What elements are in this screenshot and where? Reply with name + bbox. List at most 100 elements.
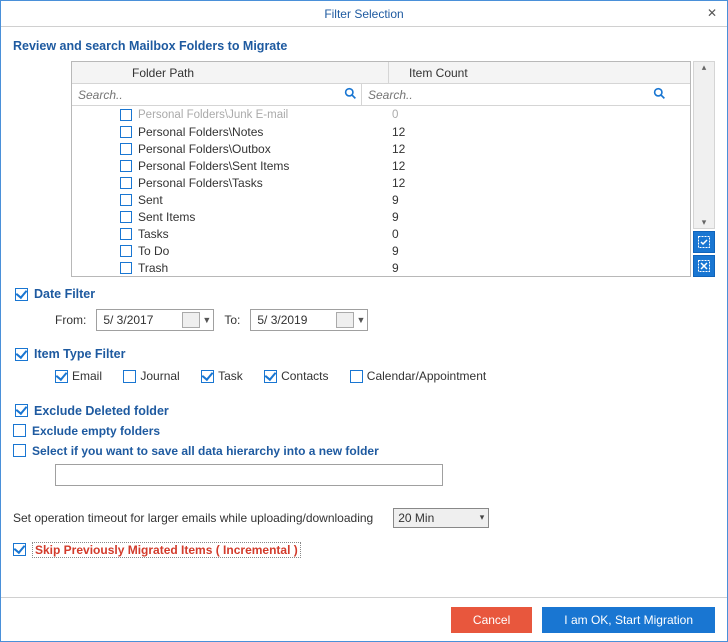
row-path: Personal Folders\Outbox <box>138 142 362 156</box>
review-heading: Review and search Mailbox Folders to Mig… <box>13 39 715 53</box>
select-all-icon[interactable] <box>693 231 715 253</box>
search-folder-path-input[interactable] <box>78 88 340 102</box>
deselect-all-icon[interactable] <box>693 255 715 277</box>
chevron-down-icon: ▼ <box>202 315 211 325</box>
table-row[interactable]: Sent9 <box>72 191 690 208</box>
save-hierarchy-label: Select if you want to save all data hier… <box>32 444 379 458</box>
option-journal[interactable]: Journal <box>123 369 179 383</box>
calendar-icon <box>336 312 354 328</box>
table-row[interactable]: Personal Folders\Sent Items12 <box>72 157 690 174</box>
row-count: 9 <box>362 244 690 258</box>
content: Review and search Mailbox Folders to Mig… <box>1 27 727 597</box>
item-type-checkbox[interactable] <box>15 348 28 361</box>
date-filter-checkbox[interactable] <box>15 288 28 301</box>
folder-area: Folder Path Item Count Perso <box>13 61 715 277</box>
close-icon[interactable]: ✕ <box>703 5 721 21</box>
row-path: Personal Folders\Notes <box>138 125 362 139</box>
grid-header: Folder Path Item Count <box>72 62 690 84</box>
to-label: To: <box>224 313 240 327</box>
save-hierarchy-checkbox[interactable] <box>13 444 26 457</box>
titlebar: Filter Selection ✕ <box>1 1 727 27</box>
timeout-row: Set operation timeout for larger emails … <box>13 508 715 528</box>
table-row[interactable]: Personal Folders\Tasks12 <box>72 174 690 191</box>
date-filter-row: From: 5/ 3/2017 ▼ To: 5/ 3/2019 ▼ <box>55 309 715 331</box>
item-type-filter-option[interactable]: Item Type Filter <box>15 347 713 361</box>
exclude-deleted-label: Exclude Deleted folder <box>34 404 169 418</box>
row-count: 12 <box>362 176 690 190</box>
new-folder-input[interactable] <box>55 464 443 486</box>
to-date-input[interactable]: 5/ 3/2019 ▼ <box>250 309 368 331</box>
table-row[interactable]: To Do9 <box>72 242 690 259</box>
row-count: 0 <box>362 109 690 121</box>
footer: Cancel I am OK, Start Migration <box>1 597 727 641</box>
calendar-icon <box>182 312 200 328</box>
window-title: Filter Selection <box>324 7 403 21</box>
row-path: Sent <box>138 193 362 207</box>
row-count: 9 <box>362 261 690 275</box>
row-checkbox[interactable] <box>120 262 132 274</box>
skip-previous-option[interactable]: Skip Previously Migrated Items ( Increme… <box>13 542 715 558</box>
chevron-down-icon: ▼ <box>356 315 365 325</box>
timeout-label: Set operation timeout for larger emails … <box>13 511 373 525</box>
exclude-empty-option[interactable]: Exclude empty folders <box>13 424 715 438</box>
row-checkbox[interactable] <box>120 194 132 206</box>
from-date-input[interactable]: 5/ 3/2017 ▼ <box>96 309 214 331</box>
cancel-button[interactable]: Cancel <box>451 607 532 633</box>
exclude-empty-checkbox[interactable] <box>13 424 26 437</box>
date-filter-option[interactable]: Date Filter <box>15 287 713 301</box>
row-count: 9 <box>362 210 690 224</box>
date-filter-label: Date Filter <box>34 287 95 301</box>
col-item-count[interactable]: Item Count <box>389 66 690 80</box>
exclude-deleted-checkbox[interactable] <box>15 404 28 417</box>
row-path: Trash <box>138 261 362 275</box>
row-checkbox[interactable] <box>120 245 132 257</box>
folder-grid: Folder Path Item Count Perso <box>71 61 691 277</box>
chevron-down-icon: ▾ <box>480 512 485 523</box>
side-buttons: ▴▾ <box>693 61 715 277</box>
exclude-empty-label: Exclude empty folders <box>32 424 160 438</box>
row-checkbox[interactable] <box>120 177 132 189</box>
grid-search-row <box>72 84 690 106</box>
skip-previous-label: Skip Previously Migrated Items ( Increme… <box>32 542 301 558</box>
grid-rows: Personal Folders\Junk E-mail0Personal Fo… <box>72 106 690 276</box>
save-hierarchy-option[interactable]: Select if you want to save all data hier… <box>13 444 715 458</box>
row-count: 0 <box>362 227 690 241</box>
item-type-label: Item Type Filter <box>34 347 125 361</box>
table-row[interactable]: Personal Folders\Junk E-mail0 <box>72 106 690 123</box>
option-contacts[interactable]: Contacts <box>264 369 328 383</box>
row-checkbox[interactable] <box>120 211 132 223</box>
table-row[interactable]: Personal Folders\Outbox12 <box>72 140 690 157</box>
row-path: Sent Items <box>138 210 362 224</box>
row-path: Personal Folders\Junk E-mail <box>138 109 362 121</box>
row-checkbox[interactable] <box>120 228 132 240</box>
row-checkbox[interactable] <box>120 143 132 155</box>
table-row[interactable]: Trash9 <box>72 259 690 276</box>
search-item-count-input[interactable] <box>368 88 649 102</box>
timeout-select[interactable]: 20 Min ▾ <box>393 508 489 528</box>
from-label: From: <box>55 313 86 327</box>
row-path: Personal Folders\Tasks <box>138 176 362 190</box>
row-checkbox[interactable] <box>120 109 132 121</box>
start-migration-button[interactable]: I am OK, Start Migration <box>542 607 715 633</box>
row-path: Tasks <box>138 227 362 241</box>
row-count: 12 <box>362 142 690 156</box>
exclude-deleted-option[interactable]: Exclude Deleted folder <box>15 404 713 418</box>
scrollbar[interactable]: ▴▾ <box>693 61 715 229</box>
row-count: 12 <box>362 125 690 139</box>
search-icon[interactable] <box>653 87 666 103</box>
row-count: 12 <box>362 159 690 173</box>
row-checkbox[interactable] <box>120 126 132 138</box>
option-task[interactable]: Task <box>201 369 243 383</box>
search-icon[interactable] <box>344 87 357 103</box>
table-row[interactable]: Tasks0 <box>72 225 690 242</box>
col-folder-path[interactable]: Folder Path <box>98 66 388 80</box>
row-checkbox[interactable] <box>120 160 132 172</box>
option-email[interactable]: Email <box>55 369 102 383</box>
item-type-options: Email Journal Task Contacts Calendar/App… <box>55 369 715 386</box>
table-row[interactable]: Personal Folders\Notes12 <box>72 123 690 140</box>
row-count: 9 <box>362 193 690 207</box>
skip-previous-checkbox[interactable] <box>13 543 26 556</box>
row-path: Personal Folders\Sent Items <box>138 159 362 173</box>
option-calendar[interactable]: Calendar/Appointment <box>350 369 486 383</box>
table-row[interactable]: Sent Items9 <box>72 208 690 225</box>
